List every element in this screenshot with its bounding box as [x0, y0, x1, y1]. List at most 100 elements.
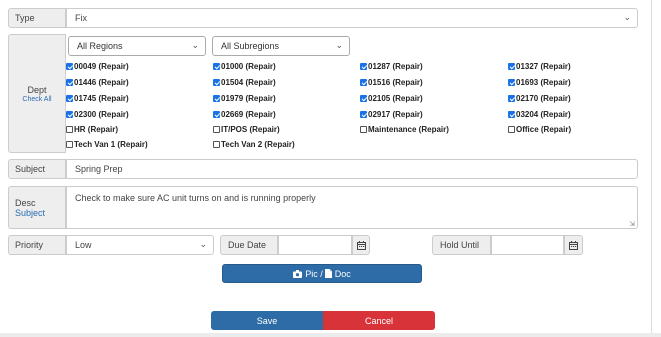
dept-checkbox-label: 02917 (Repair) [368, 110, 423, 119]
checkbox-checked[interactable] [66, 63, 73, 70]
pic-doc-button[interactable]: Pic / Doc [222, 264, 422, 283]
dept-checkbox-item[interactable]: Tech Van 2 (Repair) [213, 140, 295, 149]
checkbox-unchecked[interactable] [66, 126, 73, 133]
dept-checkbox-item[interactable]: 00049 (Repair) [66, 62, 129, 71]
priority-label: Priority [8, 235, 66, 255]
dept-checkbox-item[interactable]: 01693 (Repair) [508, 78, 571, 87]
dept-checkbox-label: Maintenance (Repair) [368, 125, 449, 134]
save-button[interactable]: Save [211, 311, 323, 330]
dept-checkbox-item[interactable]: 02170 (Repair) [508, 94, 571, 103]
dept-checkbox-label: 02105 (Repair) [368, 94, 423, 103]
dept-checkbox-label: 00049 (Repair) [74, 62, 129, 71]
check-all-link[interactable]: Check All [22, 96, 51, 103]
dept-checkbox-label: 01516 (Repair) [368, 78, 423, 87]
dept-checkbox-label: 02170 (Repair) [516, 94, 571, 103]
dept-checkbox-label: 03204 (Repair) [516, 110, 571, 119]
due-date-label: Due Date [220, 235, 278, 255]
dept-checkbox-item[interactable]: 01745 (Repair) [66, 94, 129, 103]
dept-checkbox-item[interactable]: 02300 (Repair) [66, 110, 129, 119]
chevron-down-icon: ⌄ [199, 238, 207, 249]
dept-checkbox-item[interactable]: 01000 (Repair) [213, 62, 276, 71]
checkbox-checked[interactable] [213, 95, 220, 102]
dept-checkbox-item[interactable]: IT/POS (Repair) [213, 125, 280, 134]
due-date-calendar-button[interactable] [352, 235, 370, 255]
dept-checkbox-label: Office (Repair) [516, 125, 572, 134]
checkbox-unchecked[interactable] [66, 141, 73, 148]
hold-until-input[interactable] [491, 235, 564, 255]
due-date-input[interactable] [278, 235, 352, 255]
dept-checkbox-label: 02669 (Repair) [221, 110, 276, 119]
resize-handle-icon[interactable]: ⇲ [629, 220, 635, 228]
dept-label: Dept Check All [8, 34, 66, 153]
subject-label: Subject [8, 159, 66, 179]
dept-checkbox-item[interactable]: 01327 (Repair) [508, 62, 571, 71]
desc-textarea[interactable]: Check to make sure AC unit turns on and … [66, 186, 638, 229]
window-edge [651, 0, 652, 337]
checkbox-checked[interactable] [66, 111, 73, 118]
subject-input[interactable]: Spring Prep [66, 159, 638, 179]
type-select[interactable]: Fix ⌄ [66, 8, 638, 28]
dept-checkbox-item[interactable]: Maintenance (Repair) [360, 125, 449, 134]
priority-select[interactable]: Low ⌄ [66, 235, 214, 255]
dept-checkbox-label: HR (Repair) [74, 125, 119, 134]
dept-checkbox-label: 01504 (Repair) [221, 78, 276, 87]
dept-checkbox-label: 01979 (Repair) [221, 94, 276, 103]
hold-until-calendar-button[interactable] [564, 235, 583, 255]
dept-checkbox-label: 02300 (Repair) [74, 110, 129, 119]
dept-checkbox-item[interactable]: 01979 (Repair) [213, 94, 276, 103]
dept-checkbox-label: Tech Van 2 (Repair) [221, 140, 295, 149]
subregion-select[interactable]: All Subregions ⌄ [212, 36, 350, 56]
dept-checkbox-label: Tech Van 1 (Repair) [74, 140, 148, 149]
bottom-edge [0, 333, 661, 337]
checkbox-checked[interactable] [66, 95, 73, 102]
checkbox-unchecked[interactable] [213, 141, 220, 148]
checkbox-checked[interactable] [360, 111, 367, 118]
chevron-down-icon: ⌄ [191, 39, 199, 50]
cancel-button[interactable]: Cancel [323, 311, 435, 330]
dept-checkbox-label: 01745 (Repair) [74, 94, 129, 103]
type-label: Type [8, 8, 66, 28]
checkbox-checked[interactable] [213, 63, 220, 70]
dept-checkbox-item[interactable]: Office (Repair) [508, 125, 571, 134]
checkbox-checked[interactable] [508, 79, 515, 86]
dept-checkbox-label: 01446 (Repair) [74, 78, 129, 87]
dept-checkbox-label: 01327 (Repair) [516, 62, 571, 71]
calendar-icon [569, 240, 578, 250]
dept-checkbox-item[interactable]: 01446 (Repair) [66, 78, 129, 87]
checkbox-checked[interactable] [213, 111, 220, 118]
dept-panel: All Regions ⌄ All Subregions ⌄ 00049 (Re… [66, 34, 638, 153]
checkbox-unchecked[interactable] [213, 126, 220, 133]
checkbox-checked[interactable] [66, 79, 73, 86]
dept-checkbox-item[interactable]: HR (Repair) [66, 125, 118, 134]
camera-icon [293, 269, 303, 278]
chevron-down-icon: ⌄ [623, 11, 631, 22]
dept-checkbox-item[interactable]: 01504 (Repair) [213, 78, 276, 87]
dept-checkbox-item[interactable]: 02105 (Repair) [360, 94, 423, 103]
dept-checkbox-label: 01287 (Repair) [368, 62, 423, 71]
chevron-down-icon: ⌄ [335, 39, 343, 50]
checkbox-checked[interactable] [360, 79, 367, 86]
dept-checkbox-label: 01693 (Repair) [516, 78, 571, 87]
checkbox-checked[interactable] [508, 111, 515, 118]
checkbox-unchecked[interactable] [508, 126, 515, 133]
desc-label: Desc Subject [8, 186, 66, 229]
dept-checkbox-item[interactable]: 01287 (Repair) [360, 62, 423, 71]
region-select[interactable]: All Regions ⌄ [68, 36, 206, 56]
dept-checkbox-item[interactable]: 01516 (Repair) [360, 78, 423, 87]
checkbox-checked[interactable] [360, 95, 367, 102]
type-value: Fix [75, 13, 87, 23]
checkbox-checked[interactable] [508, 63, 515, 70]
dept-checkbox-item[interactable]: 02917 (Repair) [360, 110, 423, 119]
dept-checkbox-item[interactable]: 03204 (Repair) [508, 110, 571, 119]
checkbox-checked[interactable] [213, 79, 220, 86]
desc-subject-link[interactable]: Subject [15, 208, 45, 218]
calendar-icon [356, 240, 366, 250]
dept-checkbox-label: IT/POS (Repair) [221, 125, 280, 134]
dept-checkbox-label: 01000 (Repair) [221, 62, 276, 71]
checkbox-checked[interactable] [508, 95, 515, 102]
dept-checkbox-item[interactable]: 02669 (Repair) [213, 110, 276, 119]
hold-until-label: Hold Until [432, 235, 491, 255]
checkbox-unchecked[interactable] [360, 126, 367, 133]
checkbox-checked[interactable] [360, 63, 367, 70]
dept-checkbox-item[interactable]: Tech Van 1 (Repair) [66, 140, 148, 149]
